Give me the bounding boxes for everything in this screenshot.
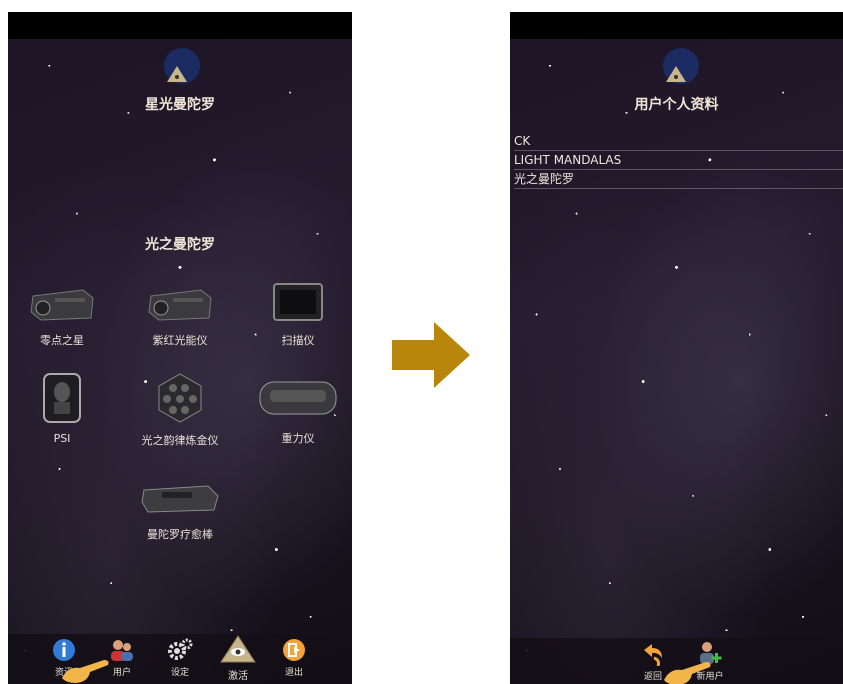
gear-icon xyxy=(168,638,193,660)
exit-icon xyxy=(283,639,305,661)
left-phone-screen: 星光曼陀罗 光之曼陀罗 零点之星 紫红光能仪 扫描仪 PSI 光之韵律炼金仪 重… xyxy=(8,12,352,684)
device-healing-wand[interactable]: 曼陀罗疗愈棒 xyxy=(134,478,226,542)
status-bar xyxy=(8,12,352,39)
projector-device-icon xyxy=(30,289,94,321)
transition-arrow-icon xyxy=(392,322,470,388)
nav-exit-label: 退出 xyxy=(284,668,303,678)
user-list-item[interactable]: 光之曼陀罗 xyxy=(514,170,843,189)
nav-settings-label: 设定 xyxy=(170,668,189,678)
page-title: 用户个人资料 xyxy=(634,97,719,113)
pointing-hand-icon xyxy=(664,662,711,684)
projector-device-icon xyxy=(148,289,212,321)
users-icon xyxy=(111,640,133,661)
device-label: 光之韵律炼金仪 xyxy=(141,434,219,447)
led-cluster-device-icon xyxy=(158,373,202,423)
user-list: CK LIGHT MANDALAS 光之曼陀罗 xyxy=(514,132,843,189)
status-bar xyxy=(510,12,843,39)
nav-exit[interactable]: 退出 xyxy=(280,638,308,678)
device-psi[interactable]: PSI xyxy=(22,372,102,445)
app-logo xyxy=(164,48,200,84)
device-gravity[interactable]: 重力仪 xyxy=(252,374,344,446)
device-label: PSI xyxy=(53,432,71,445)
device-scanner[interactable]: 扫描仪 xyxy=(258,280,338,348)
psi-device-icon xyxy=(43,373,81,423)
device-label: 扫描仪 xyxy=(281,334,315,347)
device-label: 重力仪 xyxy=(281,432,315,445)
nav-users[interactable]: 用户 xyxy=(108,638,136,678)
section-title: 光之曼陀罗 xyxy=(145,237,215,253)
nav-settings[interactable]: 设定 xyxy=(166,638,194,678)
pyramid-eye-icon xyxy=(220,635,256,663)
device-zero-point-star[interactable]: 零点之星 xyxy=(22,284,102,348)
device-rhythm-alchemy[interactable]: 光之韵律炼金仪 xyxy=(136,372,224,448)
device-label: 零点之星 xyxy=(40,334,84,347)
user-list-item[interactable]: LIGHT MANDALAS xyxy=(514,151,843,170)
app-logo xyxy=(663,48,699,84)
app-title: 星光曼陀罗 xyxy=(145,97,215,113)
pointing-hand-icon xyxy=(62,660,109,683)
nav-activate[interactable]: 激活 xyxy=(218,634,258,682)
nav-users-label: 用户 xyxy=(112,668,131,678)
scanner-device-icon xyxy=(273,283,323,321)
healing-wand-device-icon xyxy=(141,485,219,513)
device-purple-red-light[interactable]: 紫红光能仪 xyxy=(140,284,220,348)
device-label: 紫红光能仪 xyxy=(152,334,208,347)
right-phone-screen: 用户个人资料 CK LIGHT MANDALAS 光之曼陀罗 返回 新用户 xyxy=(510,12,843,684)
device-label: 曼陀罗疗愈棒 xyxy=(147,528,213,541)
gravity-device-icon xyxy=(259,381,337,415)
nav-activate-label: 激活 xyxy=(228,671,248,682)
user-list-item[interactable]: CK xyxy=(514,132,843,151)
